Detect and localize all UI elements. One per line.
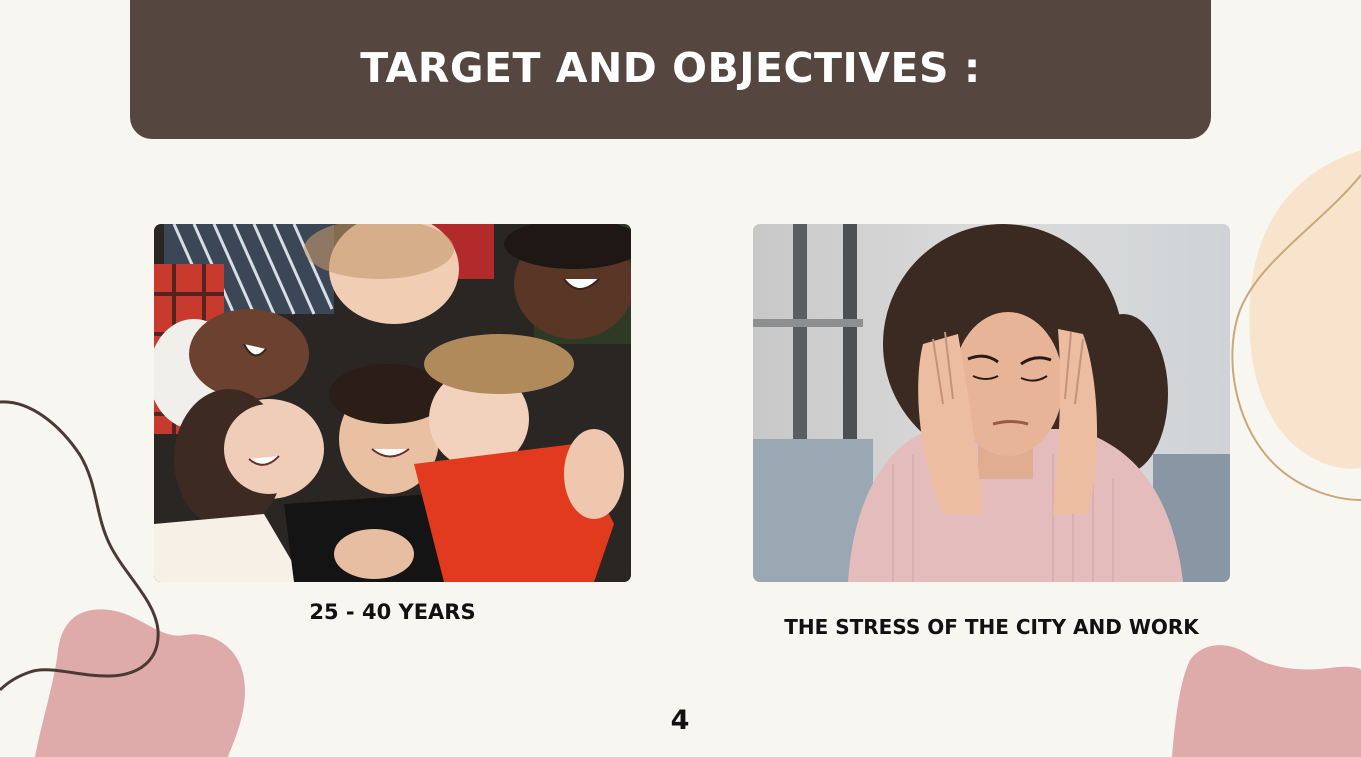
slide-title: TARGET AND OBJECTIVES :: [360, 43, 981, 92]
group-photo: [154, 224, 631, 582]
stressed-woman-photo: [753, 224, 1230, 582]
slide: TARGET AND OBJECTIVES : 25 - 40 YEARS TH…: [0, 0, 1361, 757]
peach-blob: [1249, 150, 1361, 469]
pink-blob-left: [35, 609, 245, 757]
title-bar: TARGET AND OBJECTIVES :: [130, 0, 1211, 139]
caption-stress: THE STRESS OF THE CITY AND WORK: [784, 615, 1199, 639]
pink-blob-right: [1172, 645, 1361, 757]
caption-age-range: 25 - 40 YEARS: [309, 600, 476, 624]
page-number: 4: [670, 705, 690, 736]
